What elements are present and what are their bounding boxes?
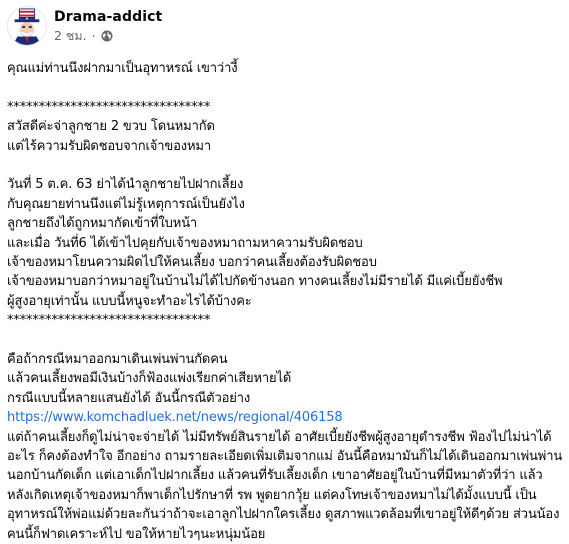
uncle-sam-avatar-icon bbox=[8, 7, 46, 45]
news-link[interactable]: https://www.komchadluek.net/news/regiona… bbox=[7, 410, 343, 425]
post-time[interactable]: 2 ชม. bbox=[54, 28, 87, 44]
intro-text: คุณแม่ท่านนึงฝากมาเป็นอุทาหรณ์ เขาว่างี้ bbox=[7, 61, 238, 76]
post-body: คุณแม่ท่านนึงฝากมาเป็นอุทาหรณ์ เขาว่างี้… bbox=[7, 59, 565, 544]
post-header: Drama-addict 2 ชม. · bbox=[7, 6, 162, 52]
closing-paragraph: แต่ถ้าคนเลี้ยงก็ดูไม่น่าจะจ่ายได้ ไม่มีท… bbox=[7, 429, 563, 542]
author-name[interactable]: Drama-addict bbox=[54, 8, 162, 26]
meta-separator: · bbox=[91, 28, 96, 43]
story-line: ผู้สูงอายุเท่านั้น แบบนี้หนูจะทำอะไรได้บ… bbox=[7, 293, 252, 309]
post-meta: Drama-addict 2 ชม. · bbox=[54, 8, 162, 44]
quote-line: แต่ไร้ความรับผิดชอบจากเจ้าของหมา bbox=[7, 138, 211, 154]
page-avatar[interactable] bbox=[7, 6, 47, 46]
quote-line: สวัสดีค่ะจ่าลูกชาย 2 ขวบ โดนหมากัด bbox=[7, 119, 215, 135]
story-line: และเมื่อ วันที่6 ได้เข้าไปคุยกับเจ้าของห… bbox=[7, 235, 363, 251]
commentary-line: คือถ้ากรณีหมาออกมาเดินเพ่นพ่านกัดคน bbox=[7, 352, 228, 368]
star-divider: ******************************** bbox=[7, 313, 211, 329]
globe-icon[interactable] bbox=[101, 30, 113, 42]
star-divider: ******************************** bbox=[7, 99, 211, 115]
story-line: เจ้าของหมาบอกว่าหมาอยู่ในบ้านไม่ได้ไปกัด… bbox=[7, 274, 503, 290]
facebook-post: Drama-addict 2 ชม. · คุณแม่ท่านนึงฝากมาเ… bbox=[0, 0, 569, 542]
commentary-line: แล้วคนเลี้ยงพอมีเงินบ้างก็ฟ้องแพ่งเรียกค… bbox=[7, 371, 292, 387]
story-line: กับคุณยายท่านนึงแต่ไม่รู้เหตุการณ์เป็นยั… bbox=[7, 196, 245, 212]
story-line: ลูกชายถึงได้ถูกหมากัดเข้าที่ใบหน้า bbox=[7, 216, 198, 232]
story-line: วันที่ 5 ต.ค. 63 ย่าได้นำลูกชายไปฝากเลี้… bbox=[7, 177, 244, 193]
post-subline: 2 ชม. · bbox=[54, 28, 162, 44]
story-line: เจ้าของหมาโยนความผิดไปให้คนเลี้ยง บอกว่า… bbox=[7, 255, 377, 271]
commentary-line: กรณีแบบนี้หลายแสนยังได้ อันนี้กรณีตัวอย่… bbox=[7, 390, 251, 406]
